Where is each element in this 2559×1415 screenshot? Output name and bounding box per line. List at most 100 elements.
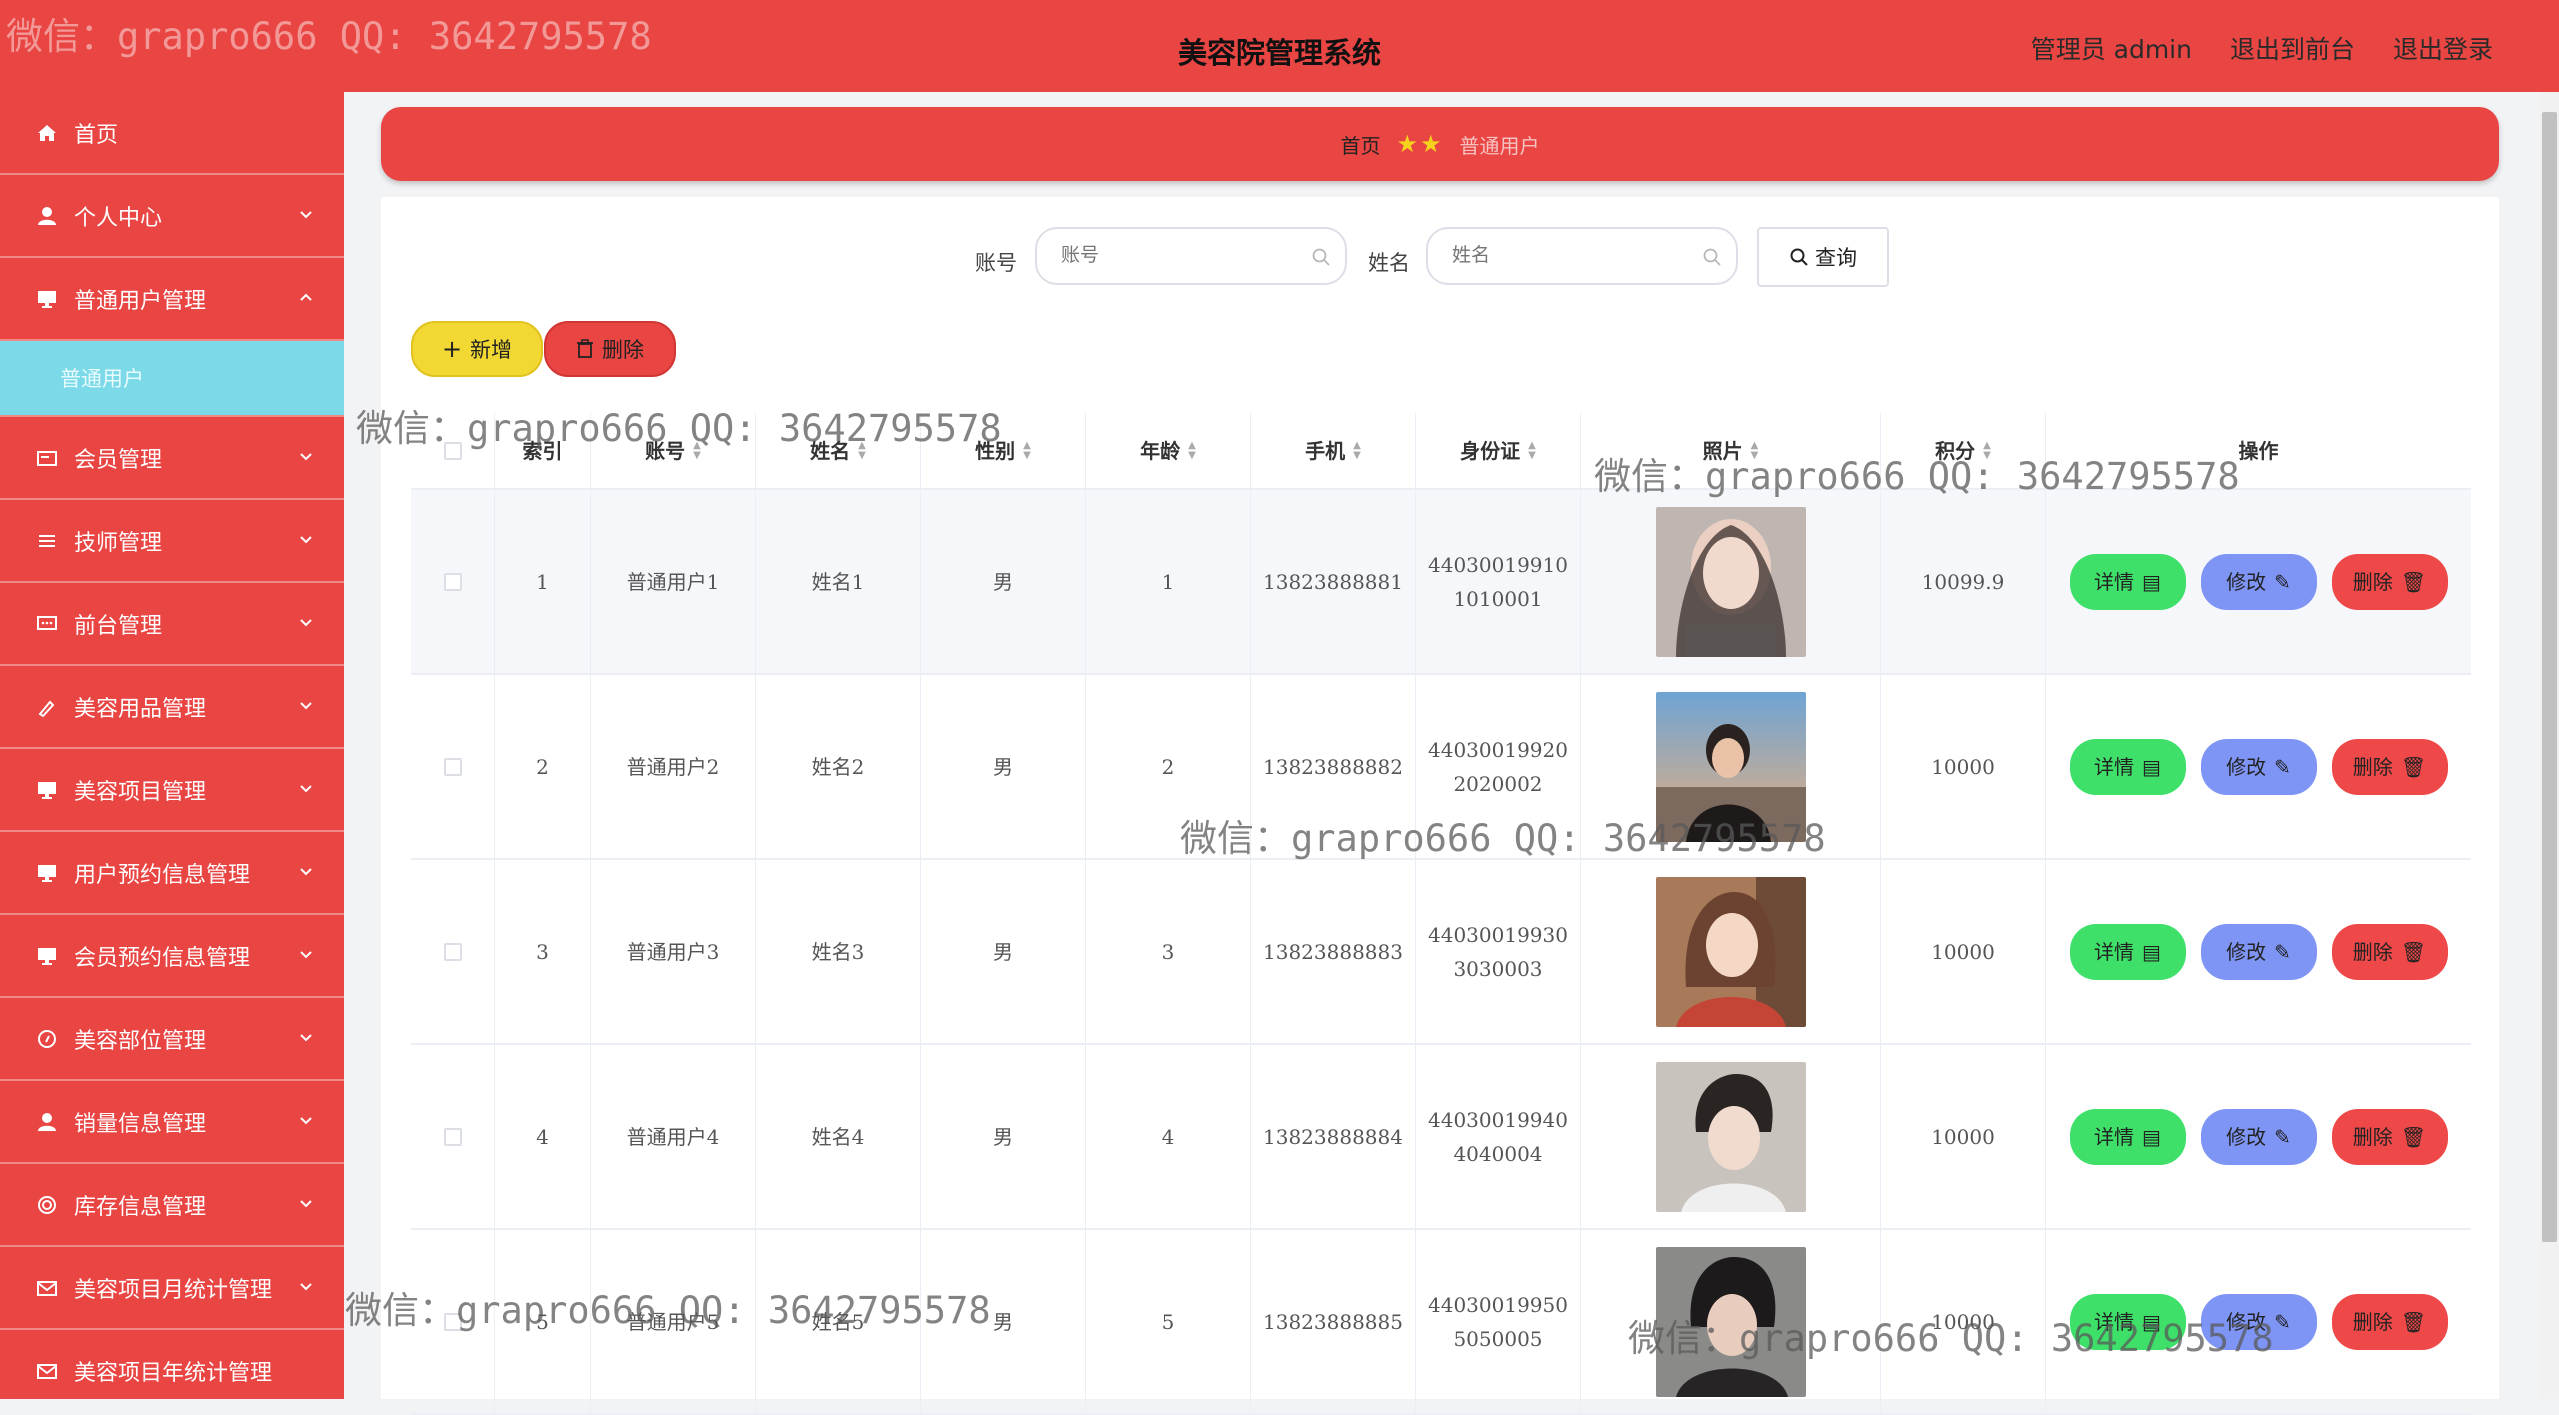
name-search-field[interactable] xyxy=(1426,227,1738,285)
delete-button[interactable]: 删除 🗑 xyxy=(2331,923,2448,980)
column-header-name[interactable]: 姓名 ▲ ▼ xyxy=(756,413,921,488)
delete-button[interactable]: 删除 🗑 xyxy=(2331,1293,2448,1350)
sidebar-item-monthly-stats-management[interactable]: 美容项目月统计管理 xyxy=(0,1247,344,1330)
back-to-frontend-link[interactable]: 退出到前台 xyxy=(2230,30,2355,66)
content-panel: 账号 姓名 查询 + 新增 删除 索引 账号 ▲▼ 姓名 ▲▼ 性别 ▲▼ 年龄 ▲▼ xyxy=(381,197,2499,1415)
sort-icon[interactable]: ▲ ▼ xyxy=(1983,440,1991,461)
submenu-item-regular-users[interactable]: 普通用户 xyxy=(0,341,344,417)
cell-name: 姓名1 xyxy=(756,490,921,673)
column-header-age[interactable]: 年龄 ▲ ▼ xyxy=(1086,413,1251,488)
sidebar-item-beauty-project-management[interactable]: 美容项目管理 xyxy=(0,749,344,832)
detail-label: 详情 xyxy=(2094,569,2135,594)
sidebar-item-label: 美容项目年统计管理 xyxy=(74,1360,273,1386)
cell-account: 普通用户2 xyxy=(591,675,756,858)
table-row: 5 普通用户5 姓名5 男 5 13823888885 44030019950 5… xyxy=(411,1230,2471,1415)
sort-icon[interactable]: ▲ ▼ xyxy=(1023,440,1031,461)
row-checkbox[interactable] xyxy=(443,1127,462,1146)
account-search-label: 账号 xyxy=(975,251,1017,275)
scrollbar-thumb[interactable] xyxy=(2542,112,2557,1242)
detail-button[interactable]: 详情 ▤ xyxy=(2069,923,2186,980)
sidebar-item-personal-center[interactable]: 个人中心 xyxy=(0,175,344,258)
sidebar-item-beauty-supplies-management[interactable]: 美容用品管理 xyxy=(0,666,344,749)
row-checkbox[interactable] xyxy=(443,757,462,776)
sidebar-item-member-booking-management[interactable]: 会员预约信息管理 xyxy=(0,915,344,998)
column-header-label: 年龄 xyxy=(1140,438,1181,463)
cell-age: 2 xyxy=(1086,675,1251,858)
sort-icon[interactable]: ▲ ▼ xyxy=(1528,440,1536,461)
detail-label: 详情 xyxy=(2094,754,2135,779)
sidebar-item-front-desk-management[interactable]: 前台管理 xyxy=(0,583,344,666)
sidebar-item-user-management[interactable]: 普通用户管理 xyxy=(0,258,344,341)
row-checkbox[interactable] xyxy=(443,942,462,961)
column-header-account[interactable]: 账号 ▲ ▼ xyxy=(591,413,756,488)
sort-icon[interactable]: ▲ ▼ xyxy=(1188,440,1196,461)
search-form: 账号 姓名 查询 xyxy=(381,227,2499,287)
column-header-label: 身份证 xyxy=(1460,438,1521,463)
edit-button[interactable]: 修改 ✎ xyxy=(2200,923,2317,980)
page-scrollbar[interactable] xyxy=(2540,92,2559,1399)
row-checkbox[interactable] xyxy=(443,572,462,591)
detail-button[interactable]: 详情 ▤ xyxy=(2069,738,2186,795)
column-header-id-card[interactable]: 身份证 ▲ ▼ xyxy=(1416,413,1581,488)
delete-button[interactable]: 删除 🗑 xyxy=(2331,738,2448,795)
pencil-icon: ✎ xyxy=(2274,939,2291,964)
trash-icon: 🗑 xyxy=(2400,569,2427,594)
add-button[interactable]: + 新增 xyxy=(411,321,543,377)
breadcrumb-home[interactable]: 首页 xyxy=(1340,130,1380,159)
user-photo xyxy=(1655,691,1806,842)
cell-actions: 详情 ▤ 修改 ✎ 删除 🗑 xyxy=(2046,490,2471,673)
cell-actions: 详情 ▤ 修改 ✎ 删除 🗑 xyxy=(2046,860,2471,1043)
sort-icon[interactable]: ▲ ▼ xyxy=(693,440,701,461)
edit-button[interactable]: 修改 ✎ xyxy=(2200,1293,2317,1350)
sidebar-item-member-management[interactable]: 会员管理 xyxy=(0,417,344,500)
chevron-down-icon xyxy=(298,777,314,802)
cell-phone: 13823888885 xyxy=(1251,1230,1416,1413)
cell-index: 1 xyxy=(495,490,591,673)
cell-account: 普通用户4 xyxy=(591,1045,756,1228)
cell-points: 10000 xyxy=(1881,860,2046,1043)
detail-button[interactable]: 详情 ▤ xyxy=(2069,1293,2186,1350)
admin-user-link[interactable]: 管理员 admin xyxy=(2031,30,2192,66)
row-checkbox[interactable] xyxy=(443,1312,462,1331)
add-button-label: 新增 xyxy=(470,338,513,362)
batch-delete-button[interactable]: 删除 xyxy=(544,321,676,377)
sidebar-item-sales-management[interactable]: 销量信息管理 xyxy=(0,1081,344,1164)
cell-account: 普通用户5 xyxy=(591,1230,756,1413)
sort-icon[interactable]: ▲ ▼ xyxy=(858,440,866,461)
sidebar-item-yearly-stats-management[interactable]: 美容项目年统计管理 xyxy=(0,1330,344,1399)
table-row: 1 普通用户1 姓名1 男 1 13823888881 44030019910 1… xyxy=(411,490,2471,675)
sort-icon[interactable]: ▲ ▼ xyxy=(1751,440,1759,461)
column-header-phone[interactable]: 手机 ▲ ▼ xyxy=(1251,413,1416,488)
delete-button[interactable]: 删除 🗑 xyxy=(2331,553,2448,610)
sort-icon[interactable]: ▲ ▼ xyxy=(1353,440,1361,461)
detail-button[interactable]: 详情 ▤ xyxy=(2069,553,2186,610)
account-search-input[interactable] xyxy=(1059,243,1303,267)
sidebar-item-technician-management[interactable]: 技师管理 xyxy=(0,500,344,583)
logout-link[interactable]: 退出登录 xyxy=(2393,30,2493,66)
delete-button[interactable]: 删除 🗑 xyxy=(2331,1108,2448,1165)
sidebar-item-label: 美容项目月统计管理 xyxy=(74,1277,273,1303)
sidebar-item-home[interactable]: 首页 xyxy=(0,92,344,175)
cell-actions: 详情 ▤ 修改 ✎ 删除 🗑 xyxy=(2046,1230,2471,1413)
sidebar-item-beauty-area-management[interactable]: 美容部位管理 xyxy=(0,998,344,1081)
sidebar-item-user-booking-management[interactable]: 用户预约信息管理 xyxy=(0,832,344,915)
detail-button[interactable]: 详情 ▤ xyxy=(2069,1108,2186,1165)
sidebar-item-inventory-management[interactable]: 库存信息管理 xyxy=(0,1164,344,1247)
select-all-checkbox[interactable] xyxy=(443,441,462,460)
column-header-gender[interactable]: 性别 ▲ ▼ xyxy=(921,413,1086,488)
cell-photo xyxy=(1581,675,1881,858)
id-line-2: 3030003 xyxy=(1453,956,1543,981)
query-button[interactable]: 查询 xyxy=(1757,227,1889,287)
cell-name: 姓名4 xyxy=(756,1045,921,1228)
edit-button[interactable]: 修改 ✎ xyxy=(2200,738,2317,795)
chevron-down-icon xyxy=(298,1109,314,1134)
column-header-photo[interactable]: 照片 ▲ ▼ xyxy=(1581,413,1881,488)
edit-button[interactable]: 修改 ✎ xyxy=(2200,553,2317,610)
row-select-cell xyxy=(411,675,495,858)
account-search-field[interactable] xyxy=(1035,227,1347,285)
chevron-up-icon xyxy=(298,286,314,311)
column-header-points[interactable]: 积分 ▲ ▼ xyxy=(1881,413,2046,488)
name-search-input[interactable] xyxy=(1450,243,1694,267)
id-line-2: 4040004 xyxy=(1453,1141,1543,1166)
edit-button[interactable]: 修改 ✎ xyxy=(2200,1108,2317,1165)
